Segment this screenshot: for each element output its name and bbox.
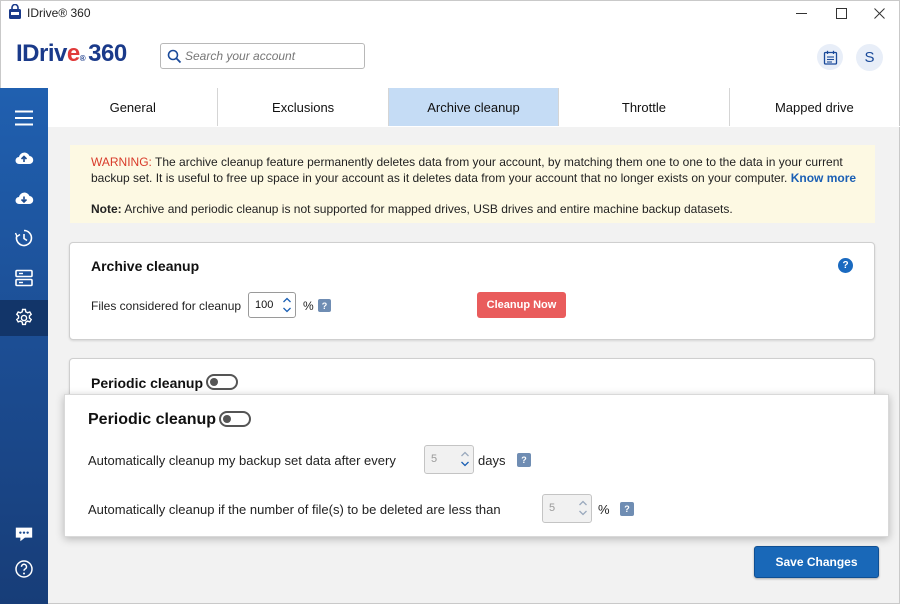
search-box[interactable] <box>160 43 365 69</box>
sidebar-item-chat[interactable] <box>0 516 48 552</box>
minimize-icon <box>795 12 807 14</box>
cleanup-days-unit: days <box>478 453 506 468</box>
user-avatar[interactable]: S <box>856 44 883 71</box>
stepper-arrows-icon[interactable] <box>578 498 588 518</box>
warning-label: WARNING: <box>91 155 152 169</box>
periodic-cleanup-card-background: Periodic cleanup <box>69 358 875 398</box>
warning-text: WARNING: The archive cleanup feature per… <box>91 154 861 186</box>
menu-icon <box>15 110 33 126</box>
cleanup-days-value: 5 <box>431 453 438 465</box>
toggle-knob <box>210 378 218 386</box>
toggle-knob <box>223 415 231 423</box>
servers-icon <box>15 269 33 287</box>
tab-general[interactable]: General <box>48 88 219 126</box>
title-bar: IDrive® 360 <box>0 0 900 24</box>
tab-exclusions[interactable]: Exclusions <box>218 88 389 126</box>
stepper-arrows-icon[interactable] <box>282 295 292 315</box>
tab-archive-cleanup[interactable]: Archive cleanup <box>388 88 560 126</box>
cleanup-files-label: Automatically cleanup if the number of f… <box>88 502 501 517</box>
periodic-cleanup-title-bg: Periodic cleanup <box>91 375 204 391</box>
logo-registered: ® <box>79 54 86 63</box>
periodic-cleanup-toggle[interactable] <box>219 411 251 427</box>
sidebar <box>0 88 48 604</box>
sidebar-item-help[interactable] <box>0 551 48 587</box>
cleanup-files-value: 5 <box>549 502 556 514</box>
search-icon <box>167 49 182 64</box>
sidebar-item-scheduler[interactable] <box>0 220 48 256</box>
archive-help-icon[interactable]: ? <box>838 258 853 273</box>
cleanup-days-help-icon[interactable]: ? <box>517 453 531 467</box>
archive-cleanup-card: Archive cleanup ? Files considered for c… <box>69 242 875 340</box>
close-icon <box>873 7 885 19</box>
tab-mapped-drive[interactable]: Mapped drive <box>729 88 900 126</box>
minimize-button[interactable] <box>779 1 823 25</box>
help-icon <box>15 560 33 578</box>
history-icon <box>14 229 33 247</box>
cleanup-files-help-icon[interactable]: ? <box>620 502 634 516</box>
idrive-logo: IDriv e ® 360 <box>16 40 127 70</box>
warning-body: The archive cleanup feature permanently … <box>91 155 843 185</box>
close-button[interactable] <box>857 1 900 25</box>
logo-text: IDriv <box>16 40 67 67</box>
cleanup-now-button[interactable]: Cleanup Now <box>477 292 566 318</box>
sidebar-item-settings[interactable] <box>0 300 48 336</box>
sidebar-item-servers[interactable] <box>0 260 48 296</box>
periodic-cleanup-panel: Periodic cleanup Automatically cleanup m… <box>64 394 889 537</box>
logo-360: 360 <box>88 40 127 67</box>
cloud-download-icon <box>15 192 34 205</box>
gear-icon <box>15 308 33 326</box>
know-more-link[interactable]: Know more <box>791 171 856 185</box>
cleanup-days-stepper[interactable]: 5 <box>424 445 474 474</box>
sidebar-item-restore[interactable] <box>0 180 48 216</box>
settings-tabs: General Exclusions Archive cleanup Throt… <box>48 88 900 126</box>
cleanup-files-stepper[interactable]: 5 <box>542 494 592 523</box>
chat-icon <box>15 527 33 542</box>
logo-e: e <box>66 40 80 67</box>
files-considered-stepper[interactable]: 100 <box>248 292 296 318</box>
periodic-cleanup-toggle-bg[interactable] <box>206 374 238 390</box>
save-changes-button[interactable]: Save Changes <box>754 546 879 578</box>
periodic-cleanup-title: Periodic cleanup <box>88 411 217 428</box>
files-help-icon[interactable]: ? <box>318 299 331 312</box>
calendar-button[interactable] <box>817 44 843 70</box>
window-title: IDrive® 360 <box>27 6 91 20</box>
maximize-icon <box>835 7 847 19</box>
note-label: Note: <box>91 202 122 216</box>
warning-banner: WARNING: The archive cleanup feature per… <box>70 145 875 223</box>
stepper-arrows-icon[interactable] <box>460 449 470 469</box>
sidebar-item-backup[interactable] <box>0 140 48 176</box>
calendar-icon <box>823 50 837 65</box>
app-header: IDriv e ® 360 S <box>0 24 900 88</box>
sidebar-menu-toggle[interactable] <box>0 100 48 136</box>
archive-cleanup-title: Archive cleanup <box>91 258 200 274</box>
files-considered-value: 100 <box>255 299 274 311</box>
note-body: Archive and periodic cleanup is not supp… <box>121 202 733 216</box>
note-text: Note: Archive and periodic cleanup is no… <box>91 201 733 217</box>
idrive-app-icon <box>9 4 21 19</box>
cleanup-files-percent: % <box>598 502 610 517</box>
tab-throttle[interactable]: Throttle <box>559 88 730 126</box>
files-percent-unit: % <box>303 299 314 313</box>
search-input[interactable] <box>185 47 360 65</box>
cleanup-days-label: Automatically cleanup my backup set data… <box>88 453 396 468</box>
files-considered-label: Files considered for cleanup <box>91 299 242 313</box>
cloud-upload-icon <box>15 152 34 165</box>
